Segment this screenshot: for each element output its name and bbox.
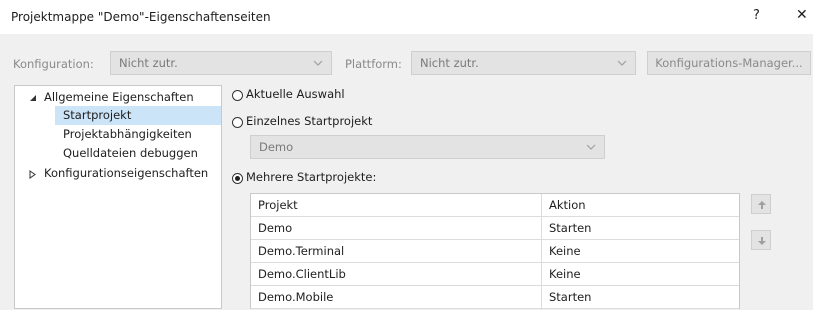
- tree-item-configuration[interactable]: Konfigurationseigenschaften: [44, 166, 208, 180]
- property-tree[interactable]: Allgemeine Eigenschaften Startprojekt Pr…: [14, 85, 222, 309]
- startup-projects-grid[interactable]: Projekt Aktion Demo Starten Demo.Termina…: [250, 193, 740, 310]
- tree-item-dependencies[interactable]: Projektabhängigkeiten: [63, 127, 192, 141]
- chevron-down-icon: [586, 144, 596, 150]
- action-cell[interactable]: Keine: [549, 244, 581, 258]
- help-button[interactable]: ?: [753, 8, 760, 23]
- platform-value: Nicht zutr.: [420, 56, 479, 70]
- radio-single-project[interactable]: [232, 117, 243, 128]
- collapsed-arrow-icon[interactable]: [29, 170, 37, 179]
- expanded-arrow-icon[interactable]: [29, 94, 37, 102]
- single-project-dropdown[interactable]: Demo: [250, 135, 605, 159]
- column-divider: [541, 194, 542, 310]
- radio-current-selection[interactable]: [232, 90, 243, 101]
- configuration-label: Konfiguration:: [13, 57, 94, 71]
- dialog-title: Projektmappe "Demo"-Eigenschaftenseiten: [11, 10, 271, 24]
- tree-item-debug-sources[interactable]: Quelldateien debuggen: [63, 146, 198, 160]
- table-row[interactable]: Demo.Terminal Keine: [251, 240, 739, 263]
- arrow-down-icon: [758, 237, 766, 245]
- platform-dropdown[interactable]: Nicht zutr.: [411, 51, 636, 75]
- platform-label-text: Plattform:: [345, 57, 402, 71]
- project-cell: Demo.ClientLib: [258, 267, 346, 281]
- table-row[interactable]: Demo.Mobile Starten: [251, 286, 739, 309]
- move-down-button[interactable]: [751, 230, 771, 250]
- arrow-up-icon: [758, 201, 766, 209]
- single-project-label: Einzelnes Startprojekt: [246, 114, 373, 128]
- radio-multiple-projects[interactable]: [232, 173, 243, 184]
- tree-item-general[interactable]: Allgemeine Eigenschaften: [44, 90, 194, 104]
- configuration-value: Nicht zutr.: [119, 56, 178, 70]
- table-row[interactable]: Demo.ClientLib Keine: [251, 263, 739, 286]
- header-action[interactable]: Aktion: [549, 198, 586, 212]
- project-cell: Demo: [258, 221, 293, 235]
- header-project[interactable]: Projekt: [258, 198, 298, 212]
- action-cell[interactable]: Starten: [549, 221, 591, 235]
- multiple-projects-label: Mehrere Startprojekte:: [246, 170, 377, 184]
- move-up-button[interactable]: [751, 194, 771, 214]
- action-cell[interactable]: Keine: [549, 267, 581, 281]
- action-cell[interactable]: Starten: [549, 290, 591, 304]
- current-selection-label: Aktuelle Auswahl: [246, 87, 345, 101]
- project-cell: Demo.Mobile: [258, 290, 334, 304]
- chevron-down-icon: [313, 60, 323, 66]
- chevron-down-icon: [617, 60, 627, 66]
- table-row[interactable]: Demo Starten: [251, 217, 739, 240]
- tree-item-startproject[interactable]: Startprojekt: [63, 108, 131, 122]
- project-cell: Demo.Terminal: [258, 244, 345, 258]
- close-button[interactable]: ✕: [796, 7, 808, 23]
- grid-header-row: Projekt Aktion: [251, 194, 739, 217]
- single-project-value: Demo: [259, 140, 294, 154]
- configuration-dropdown[interactable]: Nicht zutr.: [110, 51, 332, 75]
- configuration-manager-button[interactable]: Konfigurations-Manager...: [647, 51, 811, 75]
